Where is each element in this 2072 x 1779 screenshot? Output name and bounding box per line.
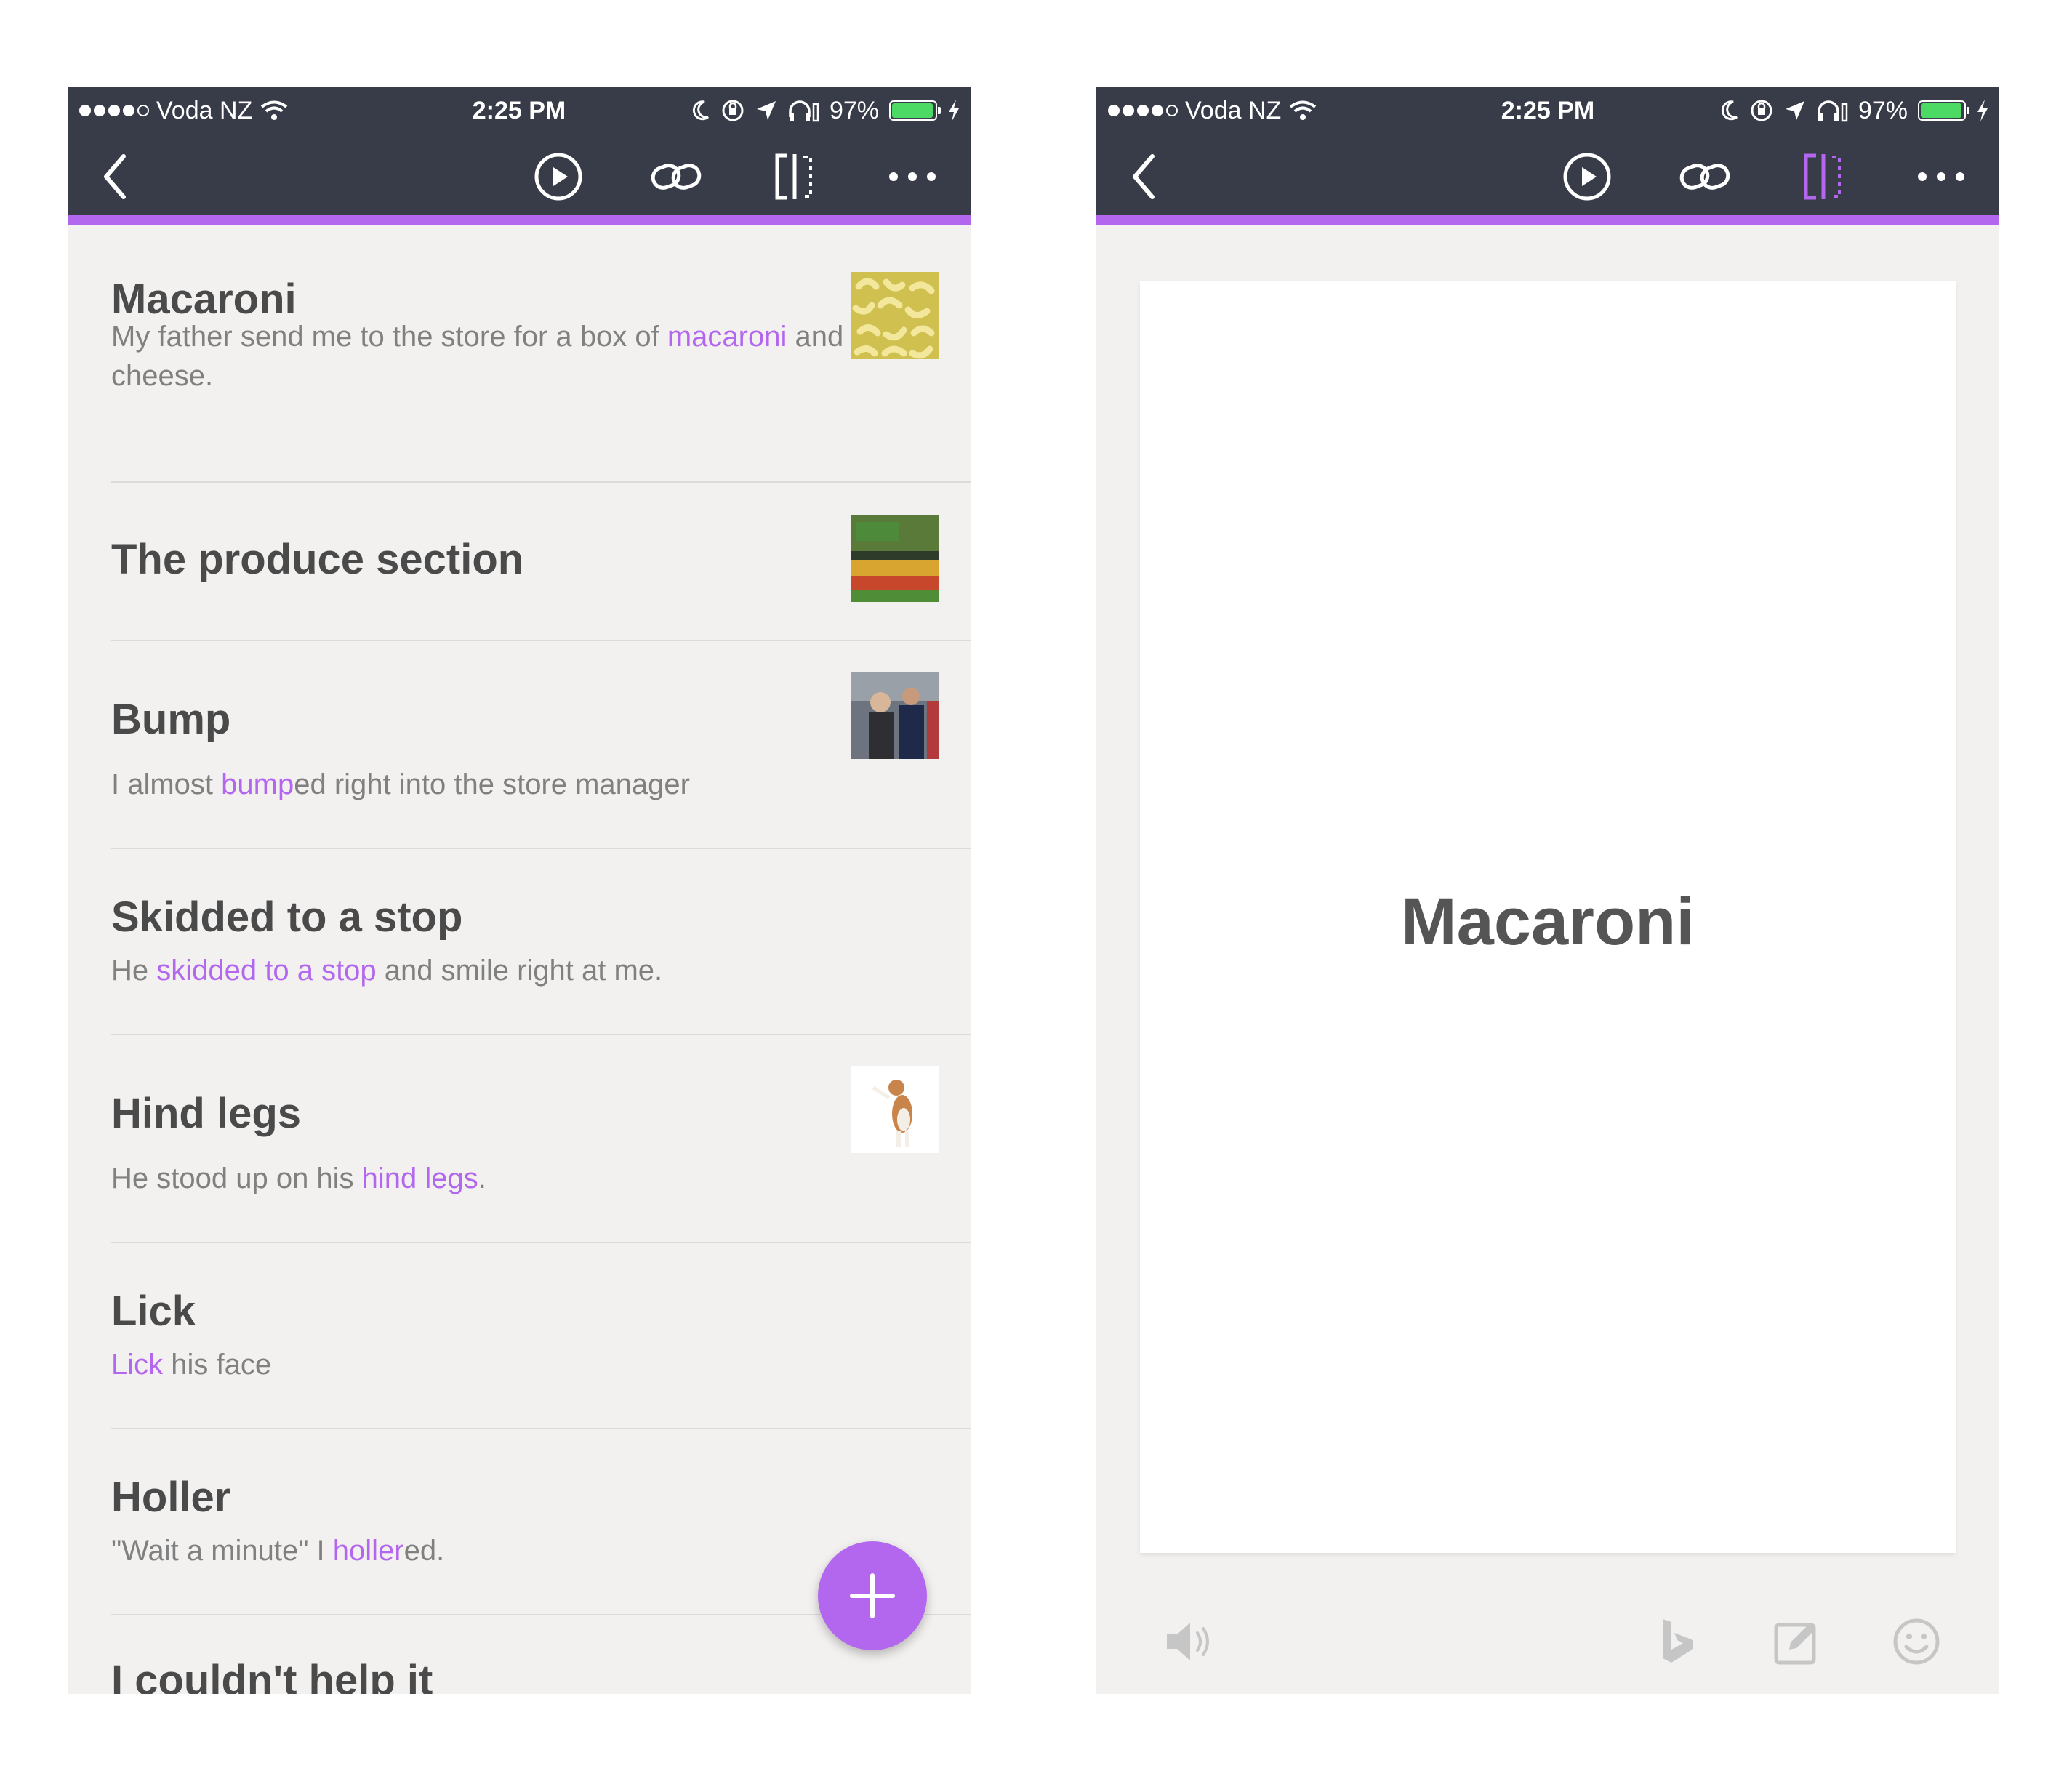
list-item[interactable]: Macaroni My father send me to the store … [111,236,971,483]
item-title: Macaroni [111,276,297,323]
smiley-icon[interactable] [1887,1613,1945,1671]
bump-image [851,672,939,759]
bing-icon[interactable] [1649,1613,1707,1671]
edit-icon[interactable] [1768,1613,1826,1671]
battery-icon [1918,100,1969,121]
toolbar [1096,134,1999,225]
plus-icon [850,1573,895,1618]
accent-bar [1096,215,1999,225]
item-subtitle: I almost bumped right into the store man… [111,768,690,800]
item-title: Skidded to a stop [111,893,463,941]
split-view-icon-active[interactable] [1791,144,1856,209]
headphones-icon [789,100,819,122]
charging-bolt-icon [1977,100,1988,121]
item-subtitle: He stood up on his hind legs. [111,1162,486,1194]
back-chevron-icon[interactable] [1111,144,1176,209]
link-icon[interactable] [1672,144,1738,209]
more-icon[interactable] [880,144,945,209]
item-title: The produce section [111,536,524,583]
battery-percent: 97% [1858,96,1908,124]
charging-bolt-icon [949,100,959,121]
battery-percent: 97% [829,96,879,124]
battery-icon [889,100,941,121]
dog-image [851,1066,939,1153]
rotation-lock-icon [1751,100,1772,121]
item-title: Holler [111,1474,231,1521]
toolbar [68,134,971,225]
status-bar: Voda NZ 2:25 PM 97% [1096,87,1999,134]
item-subtitle: My father send me to the store for a box… [111,321,844,392]
headphones-icon [1818,100,1848,122]
item-title: Hind legs [111,1090,302,1137]
item-title: I couldn't help it [111,1657,433,1694]
status-bar: Voda NZ 2:25 PM 97% [68,87,971,134]
list-item[interactable]: The produce section [111,481,971,641]
flash-card[interactable]: Macaroni [1140,281,1956,1553]
item-title: Bump [111,696,231,743]
play-icon[interactable] [526,144,591,209]
item-subtitle: Lick his face [111,1349,272,1381]
list-item[interactable]: Lick Lick his face [111,1242,971,1429]
card-title: Macaroni [1401,885,1695,959]
location-icon [756,101,776,120]
list-item[interactable]: Skidded to a stop He skidded to a stop a… [111,848,971,1035]
speaker-icon[interactable] [1160,1613,1218,1671]
list-item[interactable]: Bump I almost bumped right into the stor… [111,640,971,849]
produce-image [851,515,939,602]
split-view-icon[interactable] [762,144,827,209]
back-chevron-icon[interactable] [82,144,148,209]
macaroni-image [851,272,939,359]
more-icon[interactable] [1908,144,1974,209]
item-title: Lick [111,1288,196,1335]
location-icon [1785,101,1804,120]
moon-icon [1721,100,1738,121]
list-screen: Voda NZ 2:25 PM 97% Macaroni My father s… [68,87,971,1694]
link-icon[interactable] [643,144,709,209]
card-detail-screen: Voda NZ 2:25 PM 97% Macaroni [1096,87,1999,1694]
play-icon[interactable] [1554,144,1620,209]
moon-icon [692,100,709,121]
list-item[interactable]: Hind legs He stood up on his hind legs. [111,1034,971,1243]
accent-bar [68,215,971,225]
item-subtitle: "Wait a minute" I hollered. [111,1535,445,1567]
rotation-lock-icon [722,100,744,121]
item-subtitle: He skidded to a stop and smile right at … [111,955,663,987]
add-card-button[interactable] [818,1541,927,1650]
